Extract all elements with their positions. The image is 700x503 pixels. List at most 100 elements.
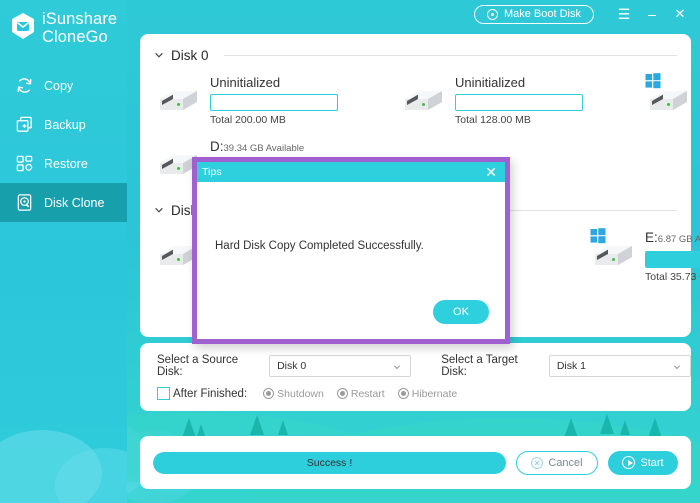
hard-drive-icon — [401, 82, 446, 116]
radio-dot-icon — [336, 388, 348, 399]
play-circle-icon — [622, 456, 636, 469]
source-disk-value: Disk 0 — [277, 360, 307, 372]
tips-dialog-titlebar: Tips ✕ — [197, 162, 505, 182]
disk-group-header[interactable]: Disk 0 — [140, 42, 691, 68]
volume-item[interactable]: Uninitialized Total 128.00 MB — [401, 72, 583, 126]
chevron-down-icon — [155, 207, 163, 213]
radio-label: Hibernate — [411, 387, 458, 400]
volume-available: 39.34 GB Available — [223, 143, 305, 154]
close-icon[interactable]: ✕ — [666, 1, 694, 27]
volume-available: 6.87 GB Available — [657, 234, 700, 245]
disk-volume-row: Uninitialized Total 200.00 MB Uninitiali… — [140, 72, 691, 128]
app-window: iSunshare CloneGo Copy Backup Restore Di… — [0, 0, 700, 503]
volume-usage-bar — [645, 251, 700, 268]
ok-button[interactable]: OK — [433, 300, 489, 324]
radio-label: Restart — [350, 387, 385, 400]
chevron-down-icon — [674, 365, 680, 370]
after-finished-label: After Finished: — [173, 387, 248, 400]
volume-usage-bar — [210, 94, 338, 111]
source-disk-select[interactable]: Disk 0 — [269, 355, 412, 377]
volume-total: Total 200.00 MB — [210, 114, 286, 126]
progress-bar: Success ! — [153, 451, 506, 474]
grid-restore-icon — [14, 154, 34, 174]
refresh-circle-icon — [14, 76, 34, 96]
hard-drive-icon — [156, 82, 201, 116]
sidebar-item-backup[interactable]: Backup — [0, 105, 127, 144]
tips-dialog-message: Hard Disk Copy Completed Successfully. — [215, 240, 424, 252]
windows-logo-icon — [645, 73, 661, 89]
volume-info: Uninitialized Total 200.00 MB — [210, 72, 338, 126]
start-button[interactable]: Start — [608, 450, 678, 475]
disc-icon — [486, 8, 498, 20]
volume-total: Total 35.73 GB — [645, 271, 700, 283]
sidebar-nav: Copy Backup Restore Disk Clone — [0, 66, 127, 222]
volume-info: E:6.87 GB Available Total 35.73 GB — [645, 227, 700, 283]
radio-label: Shutdown — [277, 387, 324, 400]
volume-title: E:6.87 GB Available — [645, 230, 700, 247]
volume-name: Uninitialized — [455, 75, 526, 90]
app-brand-text: iSunshare CloneGo — [42, 10, 117, 46]
volume-total: Total 128.00 MB — [455, 114, 531, 126]
hard-drive-icon — [645, 73, 691, 116]
tips-dialog-title: Tips — [202, 166, 222, 178]
brand-line-1: iSunshare — [42, 10, 118, 28]
target-disk-label: Select a Target Disk: — [441, 354, 518, 378]
volume-item[interactable]: E:6.87 GB Available Total 35.73 GB — [590, 227, 700, 283]
sidebar: iSunshare CloneGo Copy Backup Restore Di… — [0, 0, 127, 503]
radio-dot-icon — [263, 388, 275, 399]
tips-dialog-body: Hard Disk Copy Completed Successfully. O… — [197, 182, 505, 339]
footer-panel: Success ! Cancel Start — [140, 436, 691, 489]
volume-usage-bar — [455, 94, 583, 111]
source-disk-label: Select a Source Disk: — [157, 354, 239, 378]
sidebar-item-label: Restore — [44, 156, 88, 171]
radio-hibernate[interactable]: Hibernate — [397, 387, 458, 400]
hard-drive-icon — [590, 228, 636, 271]
window-controls: ☰ – ✕ — [610, 1, 694, 27]
target-disk-select[interactable]: Disk 1 — [548, 355, 691, 377]
disk-group-title: Disk 0 — [171, 47, 209, 63]
after-finished-checkbox[interactable] — [157, 387, 170, 400]
make-boot-disk-label: Make Boot Disk — [503, 8, 581, 20]
tips-dialog: Tips ✕ Hard Disk Copy Completed Successf… — [192, 157, 510, 344]
sidebar-item-label: Backup — [44, 117, 86, 132]
after-finished-radio-group: Shutdown Restart Hibernate — [263, 388, 457, 400]
selection-panel: Select a Source Disk: Disk 0 Select a Ta… — [140, 343, 691, 411]
copy-plus-icon — [14, 115, 34, 135]
sidebar-item-disk-clone[interactable]: Disk Clone — [0, 183, 127, 222]
volume-title: Uninitialized — [210, 75, 338, 90]
make-boot-disk-button[interactable]: Make Boot Disk — [473, 4, 594, 24]
hamburger-menu-icon[interactable]: ☰ — [610, 1, 638, 27]
volume-info: Uninitialized Total 128.00 MB — [455, 72, 583, 126]
start-label: Start — [640, 456, 664, 469]
cancel-circle-icon — [531, 456, 544, 469]
sidebar-item-restore[interactable]: Restore — [0, 144, 127, 183]
after-finished-row: After Finished: Shutdown Restart Hiberna… — [140, 378, 691, 400]
chevron-down-icon — [155, 52, 163, 58]
volume-item[interactable]: C:6.87 GB Available Total 35.73 GB — [645, 72, 700, 128]
cancel-button[interactable]: Cancel — [516, 450, 598, 475]
sidebar-item-label: Copy — [44, 78, 74, 93]
title-bar: Make Boot Disk ☰ – ✕ — [127, 0, 700, 28]
hard-disk-icon — [14, 193, 34, 213]
radio-dot-icon — [397, 388, 409, 399]
sidebar-item-label: Disk Clone — [44, 195, 105, 210]
target-disk-value: Disk 1 — [556, 360, 587, 372]
volume-name: Uninitialized — [210, 75, 281, 90]
divider — [223, 54, 677, 56]
shield-logo-icon — [12, 13, 34, 39]
windows-logo-icon — [590, 228, 606, 244]
cancel-label: Cancel — [548, 456, 583, 469]
radio-restart[interactable]: Restart — [336, 387, 385, 400]
volume-usage-fill — [646, 252, 700, 267]
sidebar-item-copy[interactable]: Copy — [0, 66, 127, 105]
volume-title: D:39.34 GB Available — [210, 139, 338, 156]
app-brand: iSunshare CloneGo — [0, 0, 127, 46]
minimize-icon[interactable]: – — [638, 1, 666, 27]
radio-shutdown[interactable]: Shutdown — [263, 388, 324, 400]
volume-letter: D: — [210, 139, 224, 154]
brand-line-2: CloneGo — [42, 28, 108, 46]
tips-dialog-inner: Tips ✕ Hard Disk Copy Completed Successf… — [197, 162, 505, 339]
volume-item[interactable]: Uninitialized Total 200.00 MB — [156, 72, 338, 126]
close-icon[interactable]: ✕ — [482, 165, 500, 179]
footer-row: Success ! Cancel Start — [140, 436, 691, 489]
